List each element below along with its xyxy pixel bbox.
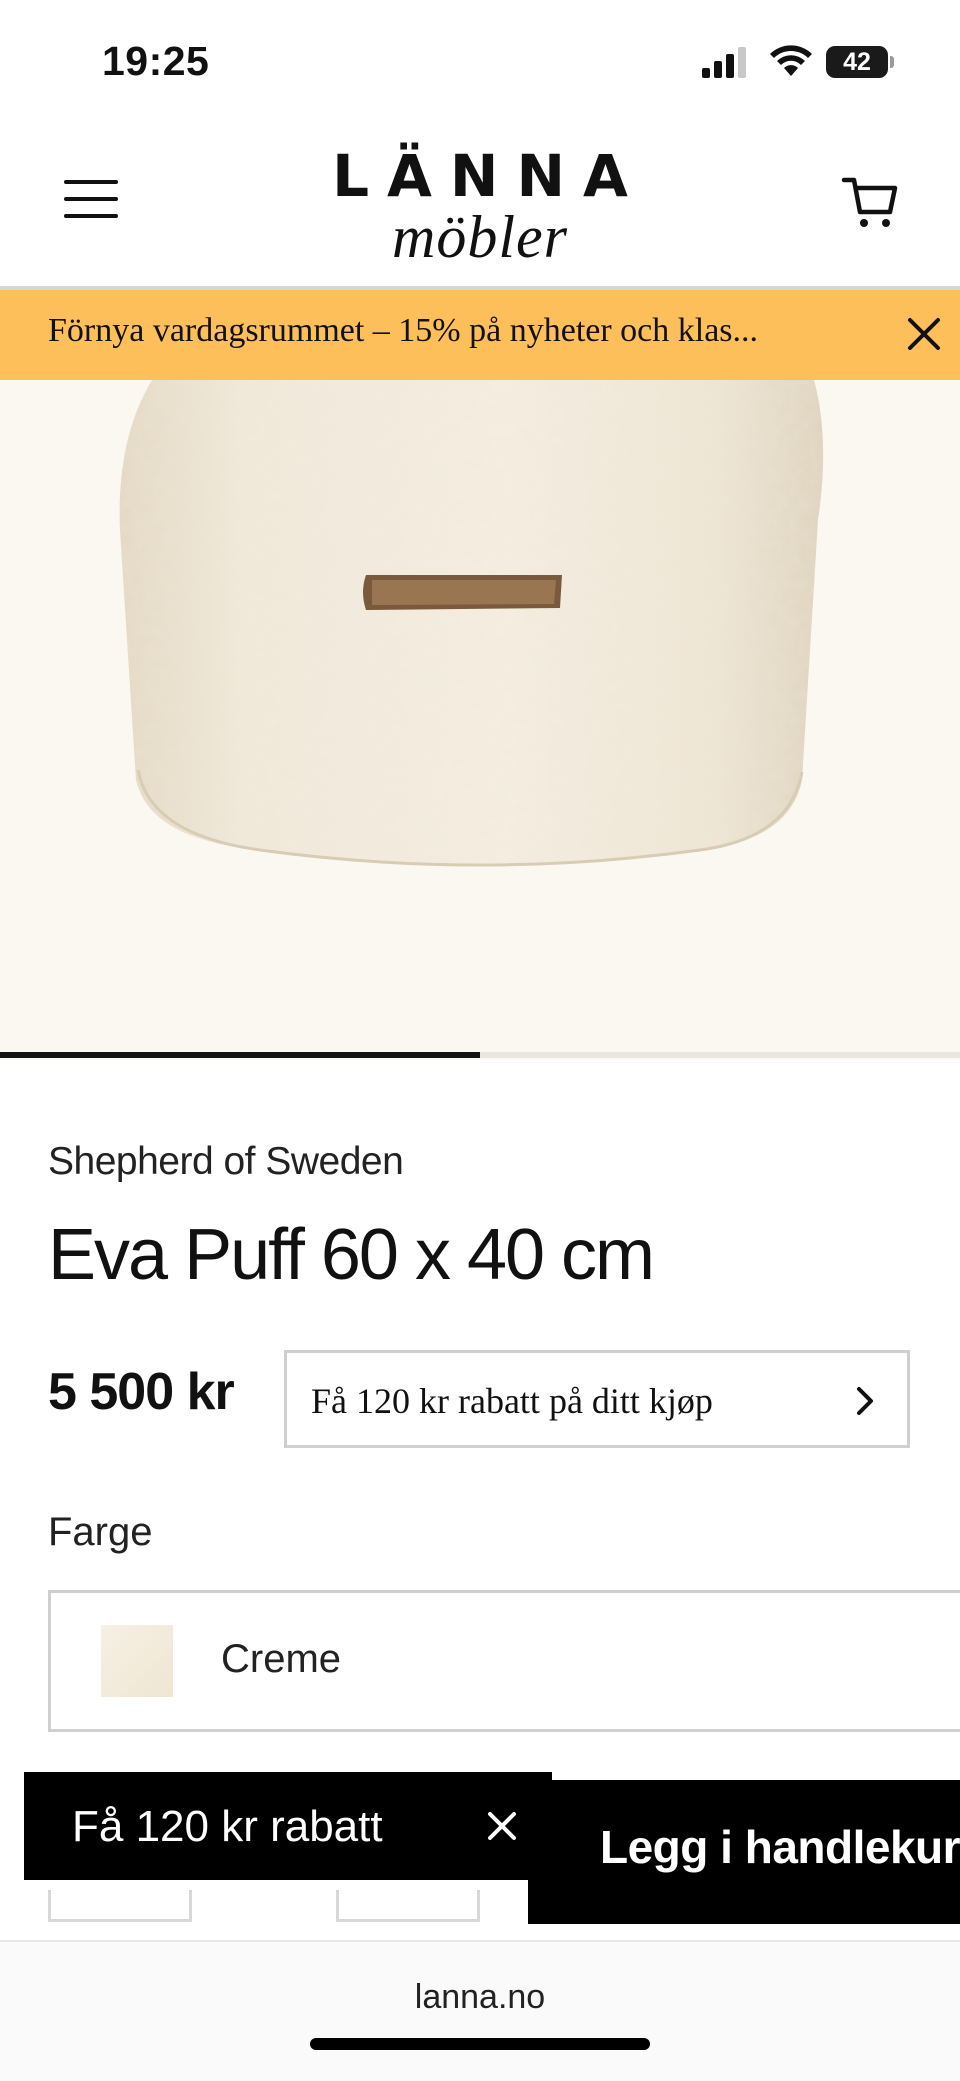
hamburger-menu-icon[interactable]	[64, 180, 118, 224]
discount-offer-button[interactable]: Få 120 kr rabatt på ditt kjøp	[284, 1350, 910, 1448]
battery-icon: 42	[826, 46, 894, 78]
status-bar: 19:25 42	[0, 0, 960, 120]
quantity-box-partial	[48, 1890, 192, 1922]
home-indicator	[310, 2038, 650, 2050]
discount-toast-text: Få 120 kr rabatt	[72, 1802, 383, 1851]
discount-toast[interactable]: Få 120 kr rabatt	[24, 1772, 552, 1880]
product-title: Eva Puff 60 x 40 cm	[48, 1215, 655, 1295]
add-to-cart-button[interactable]: Legg i handlekurv	[528, 1780, 960, 1924]
product-brand[interactable]: Shepherd of Sweden	[48, 1140, 404, 1184]
gallery-progress-track	[0, 1052, 960, 1058]
color-value: Creme	[221, 1637, 342, 1681]
logo-subtitle: möbler	[392, 204, 568, 270]
chevron-right-icon	[857, 1387, 873, 1415]
wifi-icon	[770, 45, 812, 76]
battery-level: 42	[843, 48, 871, 76]
promo-text: Förnya vardagsrummet – 15% på nyheter oc…	[48, 312, 759, 349]
pouf-image	[119, 380, 824, 867]
gallery-progress-bar	[0, 1052, 480, 1058]
product-image[interactable]	[0, 380, 960, 1060]
discount-offer-text: Få 120 kr rabatt på ditt kjøp	[311, 1381, 713, 1421]
add-to-cart-label: Legg i handlekurv	[600, 1821, 960, 1873]
url-text[interactable]: lanna.no	[0, 1978, 960, 2017]
close-icon[interactable]	[904, 314, 944, 354]
promo-banner[interactable]: Förnya vardagsrummet – 15% på nyheter oc…	[0, 290, 960, 380]
color-swatch	[101, 1625, 173, 1697]
logo-wordmark: LÄNNA	[332, 142, 646, 210]
shopping-cart-icon[interactable]	[840, 172, 900, 232]
close-icon[interactable]	[482, 1806, 522, 1846]
cellular-signal-icon	[702, 47, 746, 78]
color-selector[interactable]: Creme	[48, 1590, 960, 1732]
option-box-partial	[336, 1890, 480, 1922]
site-header: LÄNNA möbler	[0, 120, 960, 290]
site-logo[interactable]: LÄNNA möbler	[300, 142, 660, 270]
browser-address-bar[interactable]: lanna.no	[0, 1940, 960, 2081]
color-label: Farge	[48, 1510, 153, 1554]
status-time: 19:25	[102, 38, 210, 84]
product-price: 5 500 kr	[48, 1363, 235, 1421]
